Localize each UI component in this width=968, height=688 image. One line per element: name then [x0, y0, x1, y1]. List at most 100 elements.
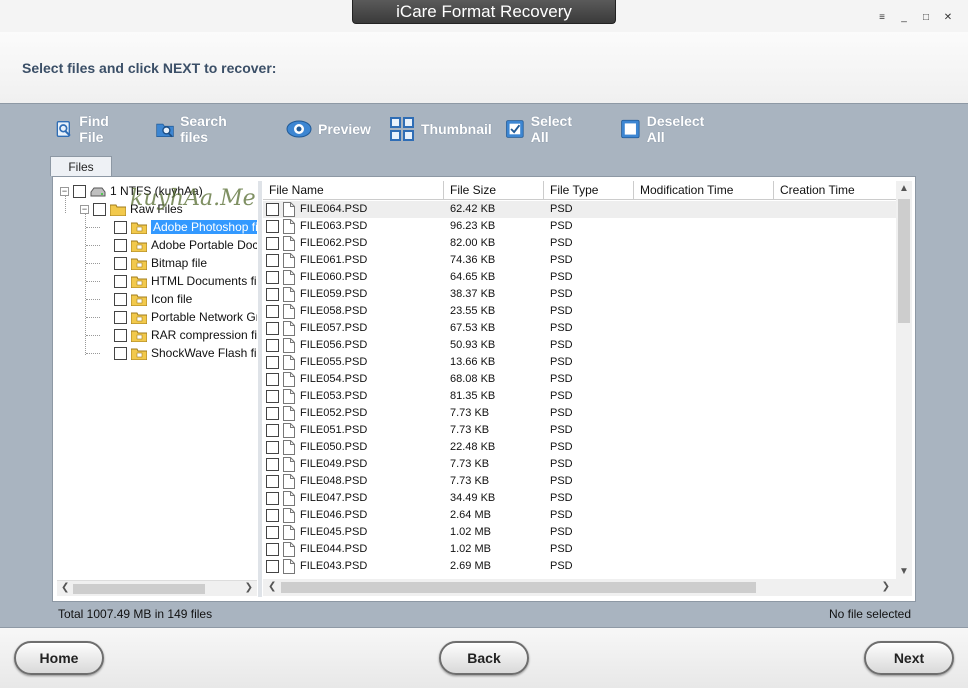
table-row[interactable]: FILE048.PSD 7.73 KB PSD	[263, 473, 896, 490]
tree-raw-files-checkbox[interactable]	[93, 202, 106, 216]
tree-item-checkbox[interactable]	[114, 328, 127, 342]
row-checkbox[interactable]	[266, 492, 279, 505]
close-icon[interactable]: ✕	[942, 12, 954, 24]
column-header-file-size[interactable]: File Size	[444, 181, 544, 200]
scroll-thumb[interactable]	[898, 199, 910, 323]
table-row[interactable]: FILE051.PSD 7.73 KB PSD	[263, 422, 896, 439]
table-row[interactable]: FILE053.PSD 81.35 KB PSD	[263, 388, 896, 405]
table-row[interactable]: FILE059.PSD 38.37 KB PSD	[263, 286, 896, 303]
column-header-file-type[interactable]: File Type	[544, 181, 634, 200]
row-checkbox[interactable]	[266, 305, 279, 318]
minimize-icon[interactable]: _	[898, 12, 910, 24]
row-checkbox[interactable]	[266, 560, 279, 573]
row-checkbox[interactable]	[266, 237, 279, 250]
tree-item[interactable]: Adobe Portable Doc	[114, 236, 257, 254]
find-file-button[interactable]: Find File	[56, 113, 118, 145]
row-checkbox[interactable]	[266, 339, 279, 352]
tab-files[interactable]: Files	[50, 156, 112, 176]
table-row[interactable]: FILE054.PSD 68.08 KB PSD	[263, 371, 896, 388]
table-row[interactable]: FILE045.PSD 1.02 MB PSD	[263, 524, 896, 541]
tree-item[interactable]: HTML Documents fi	[114, 272, 257, 290]
file-list-horizontal-scrollbar[interactable]: ❮ ❯	[263, 579, 912, 596]
table-row[interactable]: FILE052.PSD 7.73 KB PSD	[263, 405, 896, 422]
collapse-icon[interactable]: −	[80, 204, 89, 214]
deselect-all-button[interactable]: Deselect All	[620, 113, 710, 145]
home-button[interactable]: Home	[14, 641, 104, 675]
row-checkbox[interactable]	[266, 407, 279, 420]
tree-root-checkbox[interactable]	[73, 184, 86, 198]
search-files-button[interactable]: Search files	[156, 113, 235, 145]
tree-item-label: HTML Documents fi	[151, 274, 257, 288]
collapse-icon[interactable]: −	[60, 186, 69, 196]
column-header-file-name[interactable]: File Name	[263, 181, 444, 200]
tree-item[interactable]: Adobe Photoshop fi	[114, 218, 257, 236]
table-row[interactable]: FILE062.PSD 82.00 KB PSD	[263, 235, 896, 252]
row-checkbox[interactable]	[266, 356, 279, 369]
table-row[interactable]: FILE047.PSD 34.49 KB PSD	[263, 490, 896, 507]
row-checkbox[interactable]	[266, 203, 279, 216]
tree-item-checkbox[interactable]	[114, 238, 127, 252]
pane-splitter[interactable]	[258, 181, 262, 597]
table-row[interactable]: FILE063.PSD 96.23 KB PSD	[263, 218, 896, 235]
scroll-left-icon[interactable]: ❮	[268, 581, 276, 592]
row-checkbox[interactable]	[266, 543, 279, 556]
search-files-label: Search files	[180, 113, 227, 145]
tree-item-checkbox[interactable]	[114, 346, 127, 360]
scroll-down-icon[interactable]: ▼	[899, 566, 909, 577]
row-checkbox[interactable]	[266, 271, 279, 284]
select-all-label: Select All	[530, 113, 572, 145]
table-row[interactable]: FILE064.PSD 62.42 KB PSD	[263, 201, 896, 218]
thumbnail-button[interactable]: Thumbnail	[389, 114, 492, 144]
column-header-modification-time[interactable]: Modification Time	[634, 181, 774, 200]
table-row[interactable]: FILE049.PSD 7.73 KB PSD	[263, 456, 896, 473]
row-checkbox[interactable]	[266, 509, 279, 522]
tree-item[interactable]: Bitmap file	[114, 254, 207, 272]
file-list-vertical-scrollbar[interactable]: ▲ ▼	[896, 181, 912, 579]
table-row[interactable]: FILE060.PSD 64.65 KB PSD	[263, 269, 896, 286]
table-row[interactable]: FILE046.PSD 2.64 MB PSD	[263, 507, 896, 524]
table-row[interactable]: FILE058.PSD 23.55 KB PSD	[263, 303, 896, 320]
tree-item[interactable]: Portable Network Gr	[114, 308, 257, 326]
row-checkbox[interactable]	[266, 254, 279, 267]
scroll-thumb[interactable]	[281, 582, 756, 593]
tree-item-checkbox[interactable]	[114, 220, 127, 234]
scroll-right-icon[interactable]: ❯	[245, 582, 253, 593]
column-header-creation-time[interactable]: Creation Time	[774, 181, 896, 200]
row-checkbox[interactable]	[266, 526, 279, 539]
table-row[interactable]: FILE055.PSD 13.66 KB PSD	[263, 354, 896, 371]
row-checkbox[interactable]	[266, 424, 279, 437]
maximize-icon[interactable]: □	[920, 12, 932, 24]
preview-button[interactable]: Preview	[286, 114, 371, 144]
table-row[interactable]: FILE044.PSD 1.02 MB PSD	[263, 541, 896, 558]
table-row[interactable]: FILE061.PSD 74.36 KB PSD	[263, 252, 896, 269]
file-size-cell: 67.53 KB	[450, 322, 496, 334]
scroll-left-icon[interactable]: ❮	[61, 582, 69, 593]
next-button[interactable]: Next	[864, 641, 954, 675]
tree-item-checkbox[interactable]	[114, 256, 127, 270]
tree-item[interactable]: RAR compression fil	[114, 326, 257, 344]
scroll-right-icon[interactable]: ❯	[882, 581, 890, 592]
row-checkbox[interactable]	[266, 475, 279, 488]
tree-item[interactable]: ShockWave Flash file	[114, 344, 257, 362]
row-checkbox[interactable]	[266, 288, 279, 301]
table-row[interactable]: FILE050.PSD 22.48 KB PSD	[263, 439, 896, 456]
select-all-button[interactable]: Select All	[505, 113, 578, 145]
tree-item-checkbox[interactable]	[114, 274, 127, 288]
row-checkbox[interactable]	[266, 322, 279, 335]
row-checkbox[interactable]	[266, 390, 279, 403]
menu-icon[interactable]: ≡	[876, 12, 888, 24]
tree-horizontal-scrollbar[interactable]: ❮ ❯	[57, 580, 257, 596]
table-row[interactable]: FILE057.PSD 67.53 KB PSD	[263, 320, 896, 337]
row-checkbox[interactable]	[266, 220, 279, 233]
row-checkbox[interactable]	[266, 441, 279, 454]
tree-item-checkbox[interactable]	[114, 292, 127, 306]
back-button[interactable]: Back	[439, 641, 529, 675]
scroll-thumb[interactable]	[73, 584, 205, 594]
tree-item[interactable]: Icon file	[114, 290, 192, 308]
table-row[interactable]: FILE043.PSD 2.69 MB PSD	[263, 558, 896, 575]
tree-item-checkbox[interactable]	[114, 310, 127, 324]
row-checkbox[interactable]	[266, 373, 279, 386]
table-row[interactable]: FILE056.PSD 50.93 KB PSD	[263, 337, 896, 354]
scroll-up-icon[interactable]: ▲	[899, 183, 909, 194]
row-checkbox[interactable]	[266, 458, 279, 471]
